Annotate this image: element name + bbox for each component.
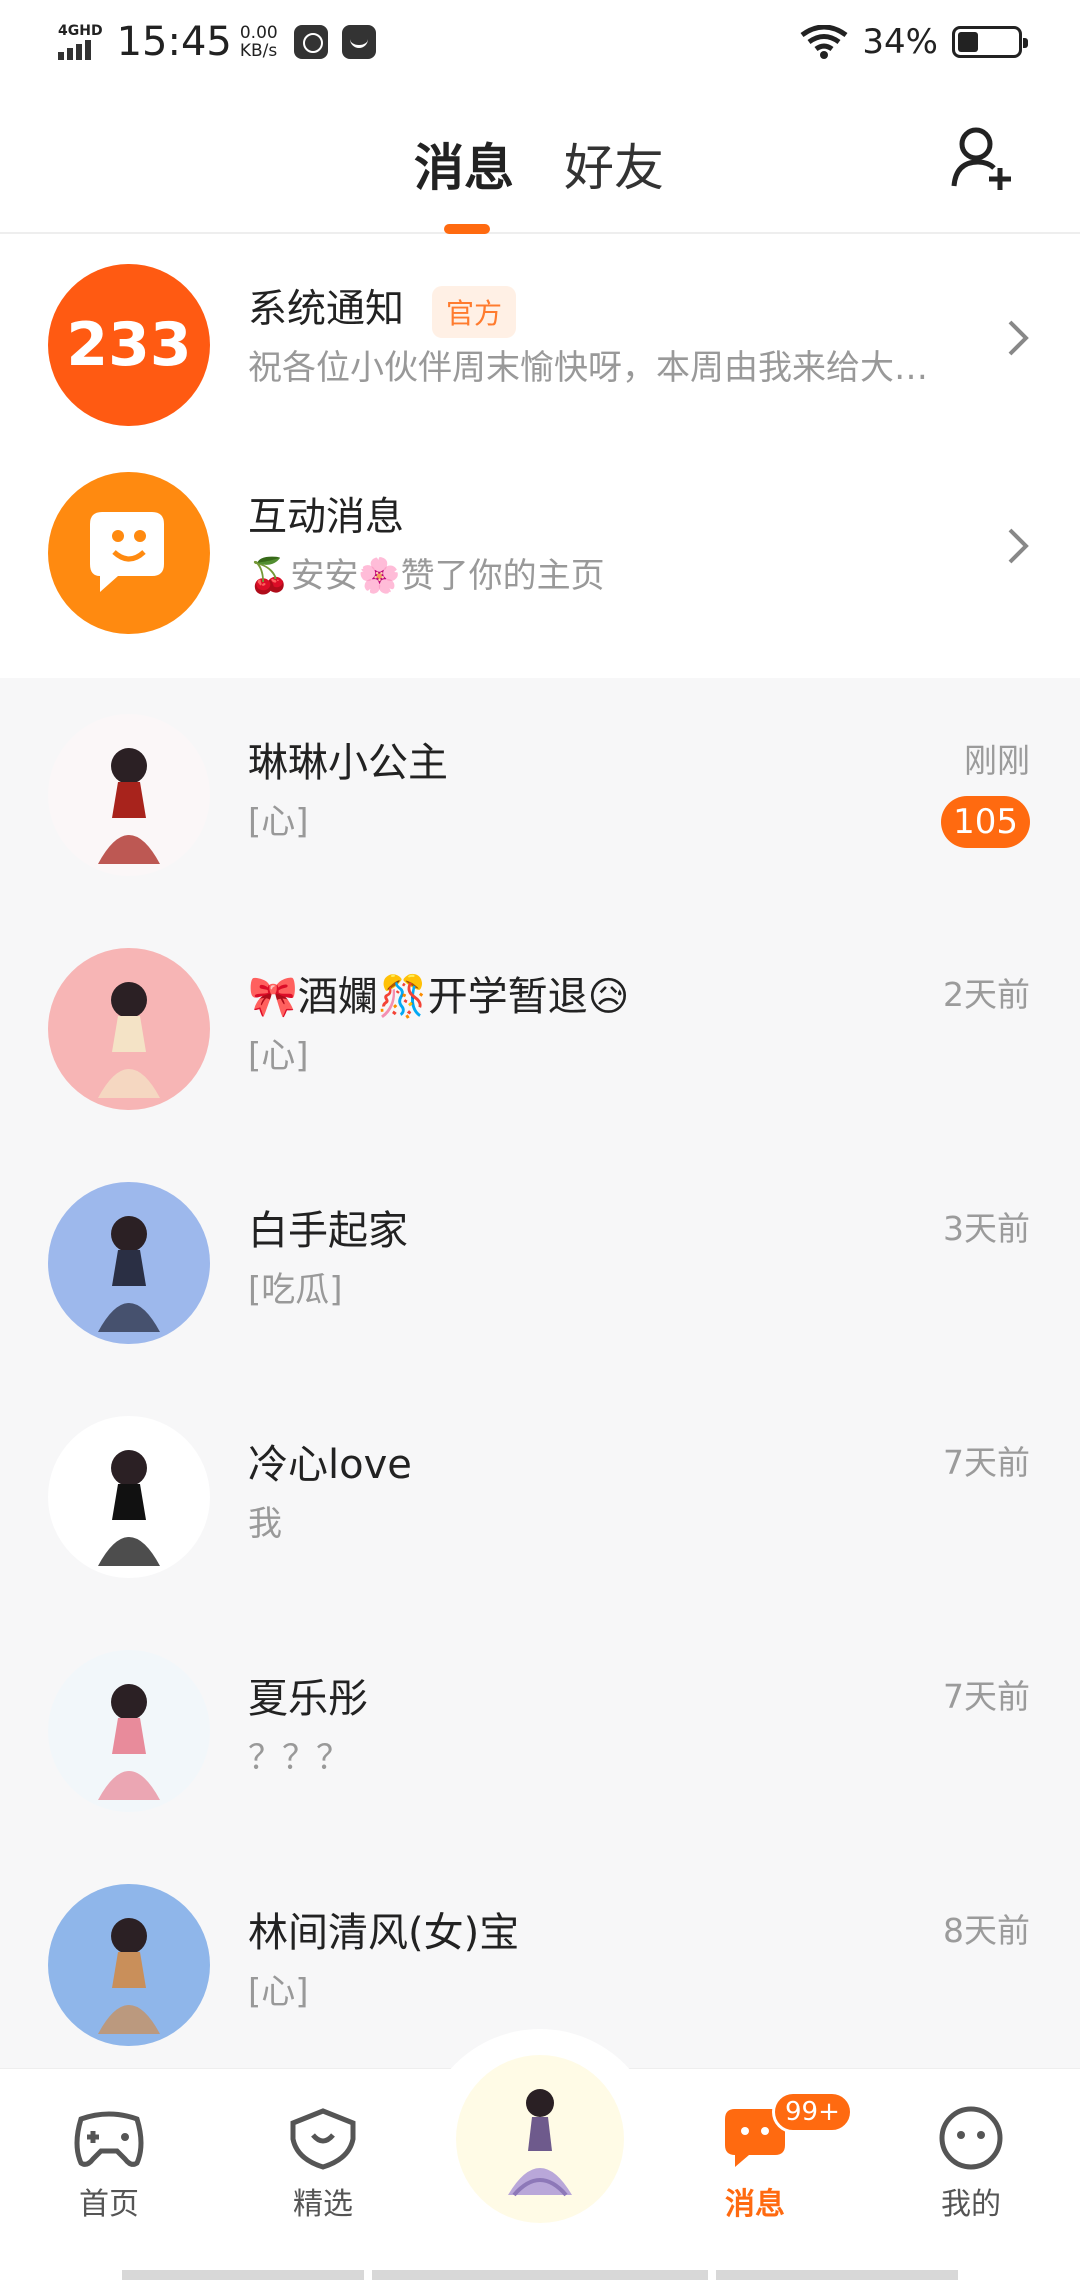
bottom-navigation: 首页 精选 消息 99+ 我的 bbox=[0, 2029, 1080, 2280]
message-preview: [心] bbox=[248, 802, 309, 842]
contact-name: 夏乐彤 bbox=[248, 1676, 368, 1722]
conversation-row[interactable]: 夏乐彤 ？？？ 7天前 bbox=[0, 1614, 1080, 1848]
message-preview: 我 bbox=[248, 1504, 282, 1544]
message-time: 7天前 bbox=[943, 1443, 1030, 1482]
contact-name: 冷心love bbox=[248, 1442, 412, 1488]
gamepad-icon bbox=[74, 2111, 144, 2167]
avatar-illustration bbox=[98, 1684, 160, 1800]
heart-shield-icon bbox=[290, 2108, 356, 2170]
message-time: 8天前 bbox=[943, 1911, 1030, 1950]
battery-icon bbox=[952, 26, 1028, 58]
nav-profile-label: 我的 bbox=[941, 2187, 1001, 2222]
contact-name: 白手起家 bbox=[248, 1208, 408, 1254]
message-preview: [心] bbox=[248, 1036, 309, 1076]
contact-name: 林间清风(女)宝 bbox=[248, 1910, 520, 1956]
tab-bar: 消息 好友 bbox=[414, 128, 664, 200]
official-badge: 官方 bbox=[432, 285, 517, 338]
conversation-row[interactable]: 白手起家 [吃瓜] 3天前 bbox=[0, 1146, 1080, 1380]
speed-value: 0.00 bbox=[239, 23, 278, 43]
conversation-row[interactable]: 🎀酒孄🎊开学暂退😥 [心] 2天前 bbox=[0, 912, 1080, 1146]
avatar-illustration bbox=[98, 982, 160, 1098]
avatar[interactable] bbox=[48, 948, 210, 1110]
interaction-messages-item[interactable]: 互动消息 🍒安安🌸赞了你的主页 bbox=[0, 444, 1080, 678]
chat-bubble-icon bbox=[90, 512, 164, 592]
network-type: 4GHD bbox=[58, 23, 103, 39]
avatar[interactable] bbox=[48, 1182, 210, 1344]
smiley-face-icon bbox=[939, 2106, 1003, 2170]
battery-percent: 34% bbox=[862, 22, 938, 62]
add-user-icon[interactable] bbox=[948, 124, 1018, 194]
video-app-icon bbox=[293, 25, 328, 59]
nav-profile[interactable]: 我的 bbox=[906, 2105, 1036, 2223]
conversation-list: 琳琳小公主 [心] 刚刚 105 🎀酒孄🎊开学暂退😥 [心] 2天前白手起家 [吃瓜] 3天前冷… bbox=[0, 678, 1080, 2068]
system-notification-preview: 祝各位小伙伴周末愉快呀，本周由我来给大… bbox=[248, 348, 928, 388]
avatar-illustration bbox=[98, 1918, 160, 2034]
avatar[interactable] bbox=[48, 1416, 210, 1578]
avatar[interactable] bbox=[48, 1884, 210, 2046]
avatar[interactable] bbox=[48, 714, 210, 876]
tab-friends[interactable]: 好友 bbox=[564, 128, 664, 200]
battery-level bbox=[958, 32, 978, 52]
nav-messages-label: 消息 bbox=[725, 2187, 785, 2222]
wifi-icon bbox=[800, 25, 848, 59]
system-notification-title: 系统通知 bbox=[248, 287, 405, 332]
system-notification-item[interactable]: 233 系统通知 官方 祝各位小伙伴周末愉快呀，本周由我来给大… bbox=[0, 236, 1080, 470]
speed-unit: KB/s bbox=[239, 41, 278, 61]
header: 消息 好友 bbox=[0, 84, 1080, 234]
interaction-avatar bbox=[48, 472, 210, 634]
message-preview: [吃瓜] bbox=[248, 1270, 343, 1310]
nav-home-label: 首页 bbox=[79, 2187, 139, 2222]
message-app-icon bbox=[341, 25, 376, 59]
nav-featured[interactable]: 精选 bbox=[258, 2105, 388, 2223]
gesture-bar bbox=[122, 2270, 364, 2280]
signal-icon: 4GHD bbox=[58, 24, 103, 60]
chevron-right-icon bbox=[1008, 528, 1029, 564]
message-preview: ？？？ bbox=[248, 1738, 350, 1778]
conversation-row[interactable]: 冷心love 我 7天前 bbox=[0, 1380, 1080, 1614]
system-avatar-text: 233 bbox=[66, 310, 192, 380]
nav-home[interactable]: 首页 bbox=[44, 2105, 174, 2223]
message-time: 7天前 bbox=[943, 1677, 1030, 1716]
messages-count-badge: 99+ bbox=[772, 2091, 853, 2133]
character-avatar-button[interactable] bbox=[456, 2055, 624, 2223]
interaction-preview: 🍒安安🌸赞了你的主页 bbox=[248, 556, 605, 596]
interaction-title: 互动消息 bbox=[248, 495, 405, 540]
message-preview: [心] bbox=[248, 1972, 309, 2012]
avatar-illustration bbox=[98, 1216, 160, 1332]
character-avatar bbox=[508, 2089, 572, 2197]
avatar-illustration bbox=[98, 748, 160, 864]
tab-messages[interactable]: 消息 bbox=[414, 128, 514, 200]
avatar-illustration bbox=[98, 1450, 160, 1566]
system-avatar: 233 bbox=[48, 264, 210, 426]
clock: 15:45 bbox=[116, 19, 232, 65]
gesture-bar bbox=[716, 2270, 958, 2280]
message-time: 3天前 bbox=[943, 1209, 1030, 1248]
nav-featured-label: 精选 bbox=[293, 2187, 353, 2222]
active-tab-indicator bbox=[444, 224, 490, 234]
gesture-bar bbox=[372, 2270, 708, 2280]
message-time: 2天前 bbox=[943, 975, 1030, 1014]
avatar[interactable] bbox=[48, 1650, 210, 1812]
unread-count-badge: 105 bbox=[941, 796, 1030, 848]
network-speed: 0.00 KB/s bbox=[240, 24, 278, 60]
chevron-right-icon bbox=[1008, 320, 1029, 356]
contact-name: 🎀酒孄🎊开学暂退😥 bbox=[248, 974, 630, 1020]
message-time: 刚刚 bbox=[964, 741, 1030, 780]
status-bar: 4GHD 15:45 0.00 KB/s 34% bbox=[0, 0, 1080, 84]
contact-name: 琳琳小公主 bbox=[248, 740, 448, 786]
conversation-row[interactable]: 琳琳小公主 [心] 刚刚 105 bbox=[0, 678, 1080, 912]
